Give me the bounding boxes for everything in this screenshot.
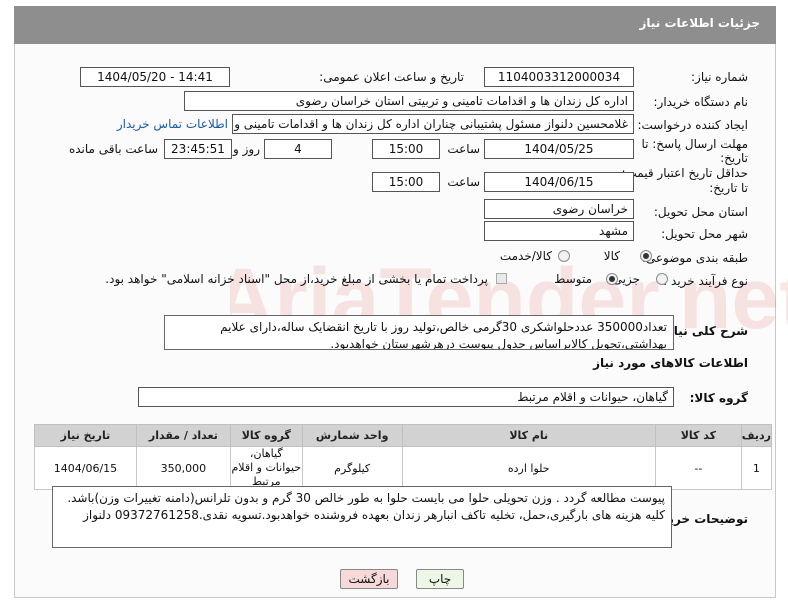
process-option-medium: متوسط <box>554 272 592 286</box>
category-radio-goods-service[interactable] <box>558 250 570 262</box>
description-textarea: تعداد350000 عددحلواشکری 30گرمی خالص،تولی… <box>164 315 674 350</box>
validity-time-field: 15:00 <box>372 172 440 192</box>
goods-group-field: گیاهان، حیوانات و اقلام مرتبط <box>138 387 674 407</box>
validity-label: حداقل تاریخ اعتبار قیمت: <box>621 166 748 180</box>
validity-date-field: 1404/06/15 <box>484 172 634 192</box>
days-remaining-field: 4 <box>264 139 332 159</box>
treasury-payment-checkbox[interactable] <box>496 273 507 284</box>
city-label: شهر محل تحویل: <box>661 227 748 241</box>
col-group: گروه کالا <box>229 424 303 447</box>
contact-buyer-link[interactable]: اطلاعات تماس خریدار <box>117 117 228 131</box>
province-label: استان محل تحویل: <box>653 205 748 219</box>
cell-quantity: 350,000 <box>135 446 231 490</box>
city-field: مشهد <box>484 221 634 241</box>
validity-time-label: ساعت <box>447 175 480 189</box>
buyer-notes-textarea: پیوست مطالعه گردد . وزن تحویلی حلوا می ب… <box>52 486 672 548</box>
panel-title: جزئیات اطلاعات نیاز <box>639 16 760 30</box>
col-quantity: تعداد / مقدار <box>135 424 231 447</box>
description-label: شرح کلی نیاز: <box>662 324 748 338</box>
cell-name: حلوا ارده <box>401 446 656 490</box>
cell-row: 1 <box>740 446 773 490</box>
creator-label: ایجاد کننده درخواست: <box>637 118 748 132</box>
goods-section-title: اطلاعات کالاهای مورد نیاز <box>593 356 748 370</box>
deadline-label-2: تاریخ: <box>720 151 748 165</box>
treasury-payment-note: پرداخت تمام یا بخشی از مبلغ خرید،از محل … <box>105 272 488 286</box>
need-number-field: 1104003312000034 <box>484 67 634 87</box>
announce-field: 1404/05/20 - 14:41 <box>80 67 230 87</box>
time-remaining-field: 23:45:51 <box>164 139 232 159</box>
panel-header: جزئیات اطلاعات نیاز <box>14 6 776 44</box>
goods-group-label: گروه کالا: <box>689 391 748 405</box>
need-number-label: شماره نیاز: <box>691 70 748 84</box>
print-button[interactable]: چاپ <box>416 569 464 589</box>
validity-label-2: تا تاریخ: <box>709 181 748 195</box>
col-code: کد کالا <box>654 424 742 447</box>
buyer-notes-text: پیوست مطالعه گردد . وزن تحویلی حلوا می ب… <box>67 491 665 522</box>
category-option-goods-service: کالا/خدمت <box>499 249 552 263</box>
deadline-time-label: ساعت <box>447 142 480 156</box>
table-row: 1 -- حلوا ارده کیلوگرم گیاهان، حیوانات و… <box>34 446 773 490</box>
col-name: نام کالا <box>401 424 656 447</box>
deadline-label: مهلت ارسال پاسخ: تا <box>641 137 748 151</box>
category-option-goods: کالا <box>603 249 620 263</box>
deadline-time-field: 15:00 <box>372 139 440 159</box>
time-remaining-label: ساعت باقی مانده <box>68 142 158 156</box>
col-need-date: تاریخ نیاز <box>34 424 137 447</box>
creator-field: غلامحسین دلنواز مسئول پشتیبانی چناران اد… <box>232 114 634 134</box>
process-radio-minor[interactable] <box>656 273 668 285</box>
category-radio-goods[interactable] <box>640 250 652 262</box>
cell-code: -- <box>654 446 742 490</box>
buyer-label: نام دستگاه خریدار: <box>653 95 749 109</box>
deadline-date-field: 1404/05/25 <box>484 139 634 159</box>
cell-unit: کیلوگرم <box>301 446 403 490</box>
goods-table: ردیف کد کالا نام کالا واحد شمارش گروه کا… <box>34 424 773 490</box>
category-label: طبقه بندی موضوعی: <box>641 251 748 265</box>
cell-need-date: 1404/06/15 <box>34 446 137 490</box>
buyer-field: اداره کل زندان ها و اقدامات تامینی و ترب… <box>184 91 634 111</box>
col-row: ردیف <box>740 424 773 447</box>
process-radio-medium[interactable] <box>606 273 618 285</box>
back-button[interactable]: بازگشت <box>340 569 398 589</box>
col-unit: واحد شمارش <box>301 424 403 447</box>
cell-group: گیاهان، حیوانات و اقلام مرتبط <box>229 446 303 490</box>
process-label: نوع فرآیند خرید : <box>663 274 748 288</box>
province-field: خراسان رضوی <box>484 199 634 219</box>
goods-table-header: ردیف کد کالا نام کالا واحد شمارش گروه کا… <box>34 424 773 447</box>
description-text: تعداد350000 عددحلواشکری 30گرمی خالص،تولی… <box>220 320 667 350</box>
announce-label: تاریخ و ساعت اعلان عمومی: <box>319 70 464 84</box>
days-label: روز و <box>233 142 260 156</box>
